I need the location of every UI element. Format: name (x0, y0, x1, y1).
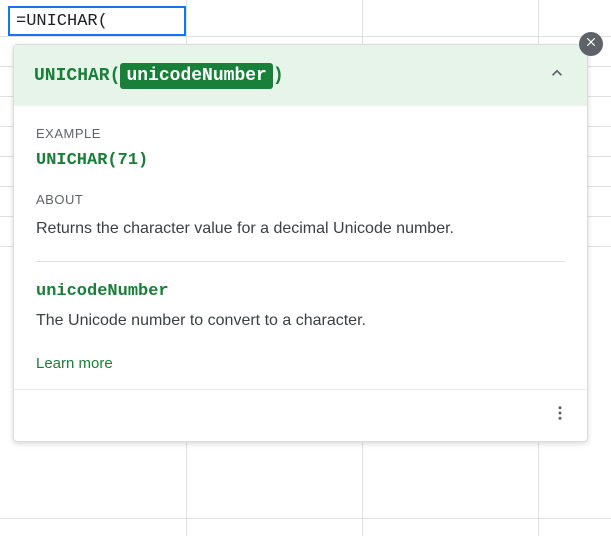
formula-help-panel: UNICHAR(unicodeNumber) EXAMPLE UNICHAR(7… (13, 44, 588, 442)
about-label: ABOUT (36, 192, 565, 207)
open-paren: ( (110, 66, 121, 86)
function-name: UNICHAR (34, 66, 110, 86)
param-description: The Unicode number to convert to a chara… (36, 309, 565, 333)
help-footer (14, 389, 587, 441)
collapse-help-button[interactable] (547, 63, 567, 88)
param-name: unicodeNumber (36, 282, 565, 301)
divider (36, 261, 565, 262)
close-paren: ) (273, 66, 284, 86)
help-header: UNICHAR(unicodeNumber) (14, 45, 587, 106)
close-help-button[interactable] (579, 32, 603, 56)
close-icon (584, 35, 598, 54)
formula-text: =UNICHAR( (16, 12, 108, 31)
learn-more-link[interactable]: Learn more (36, 355, 113, 372)
example-text: UNICHAR(71) (36, 151, 565, 170)
more-vertical-icon (551, 409, 569, 426)
about-text: Returns the character value for a decima… (36, 217, 565, 241)
chevron-up-icon (547, 70, 567, 87)
formula-input-cell[interactable]: =UNICHAR( (8, 6, 186, 36)
function-signature: UNICHAR(unicodeNumber) (34, 66, 284, 86)
signature-param: unicodeNumber (120, 63, 272, 89)
example-label: EXAMPLE (36, 126, 565, 141)
more-options-button[interactable] (547, 400, 573, 431)
help-body: EXAMPLE UNICHAR(71) ABOUT Returns the ch… (14, 106, 587, 389)
